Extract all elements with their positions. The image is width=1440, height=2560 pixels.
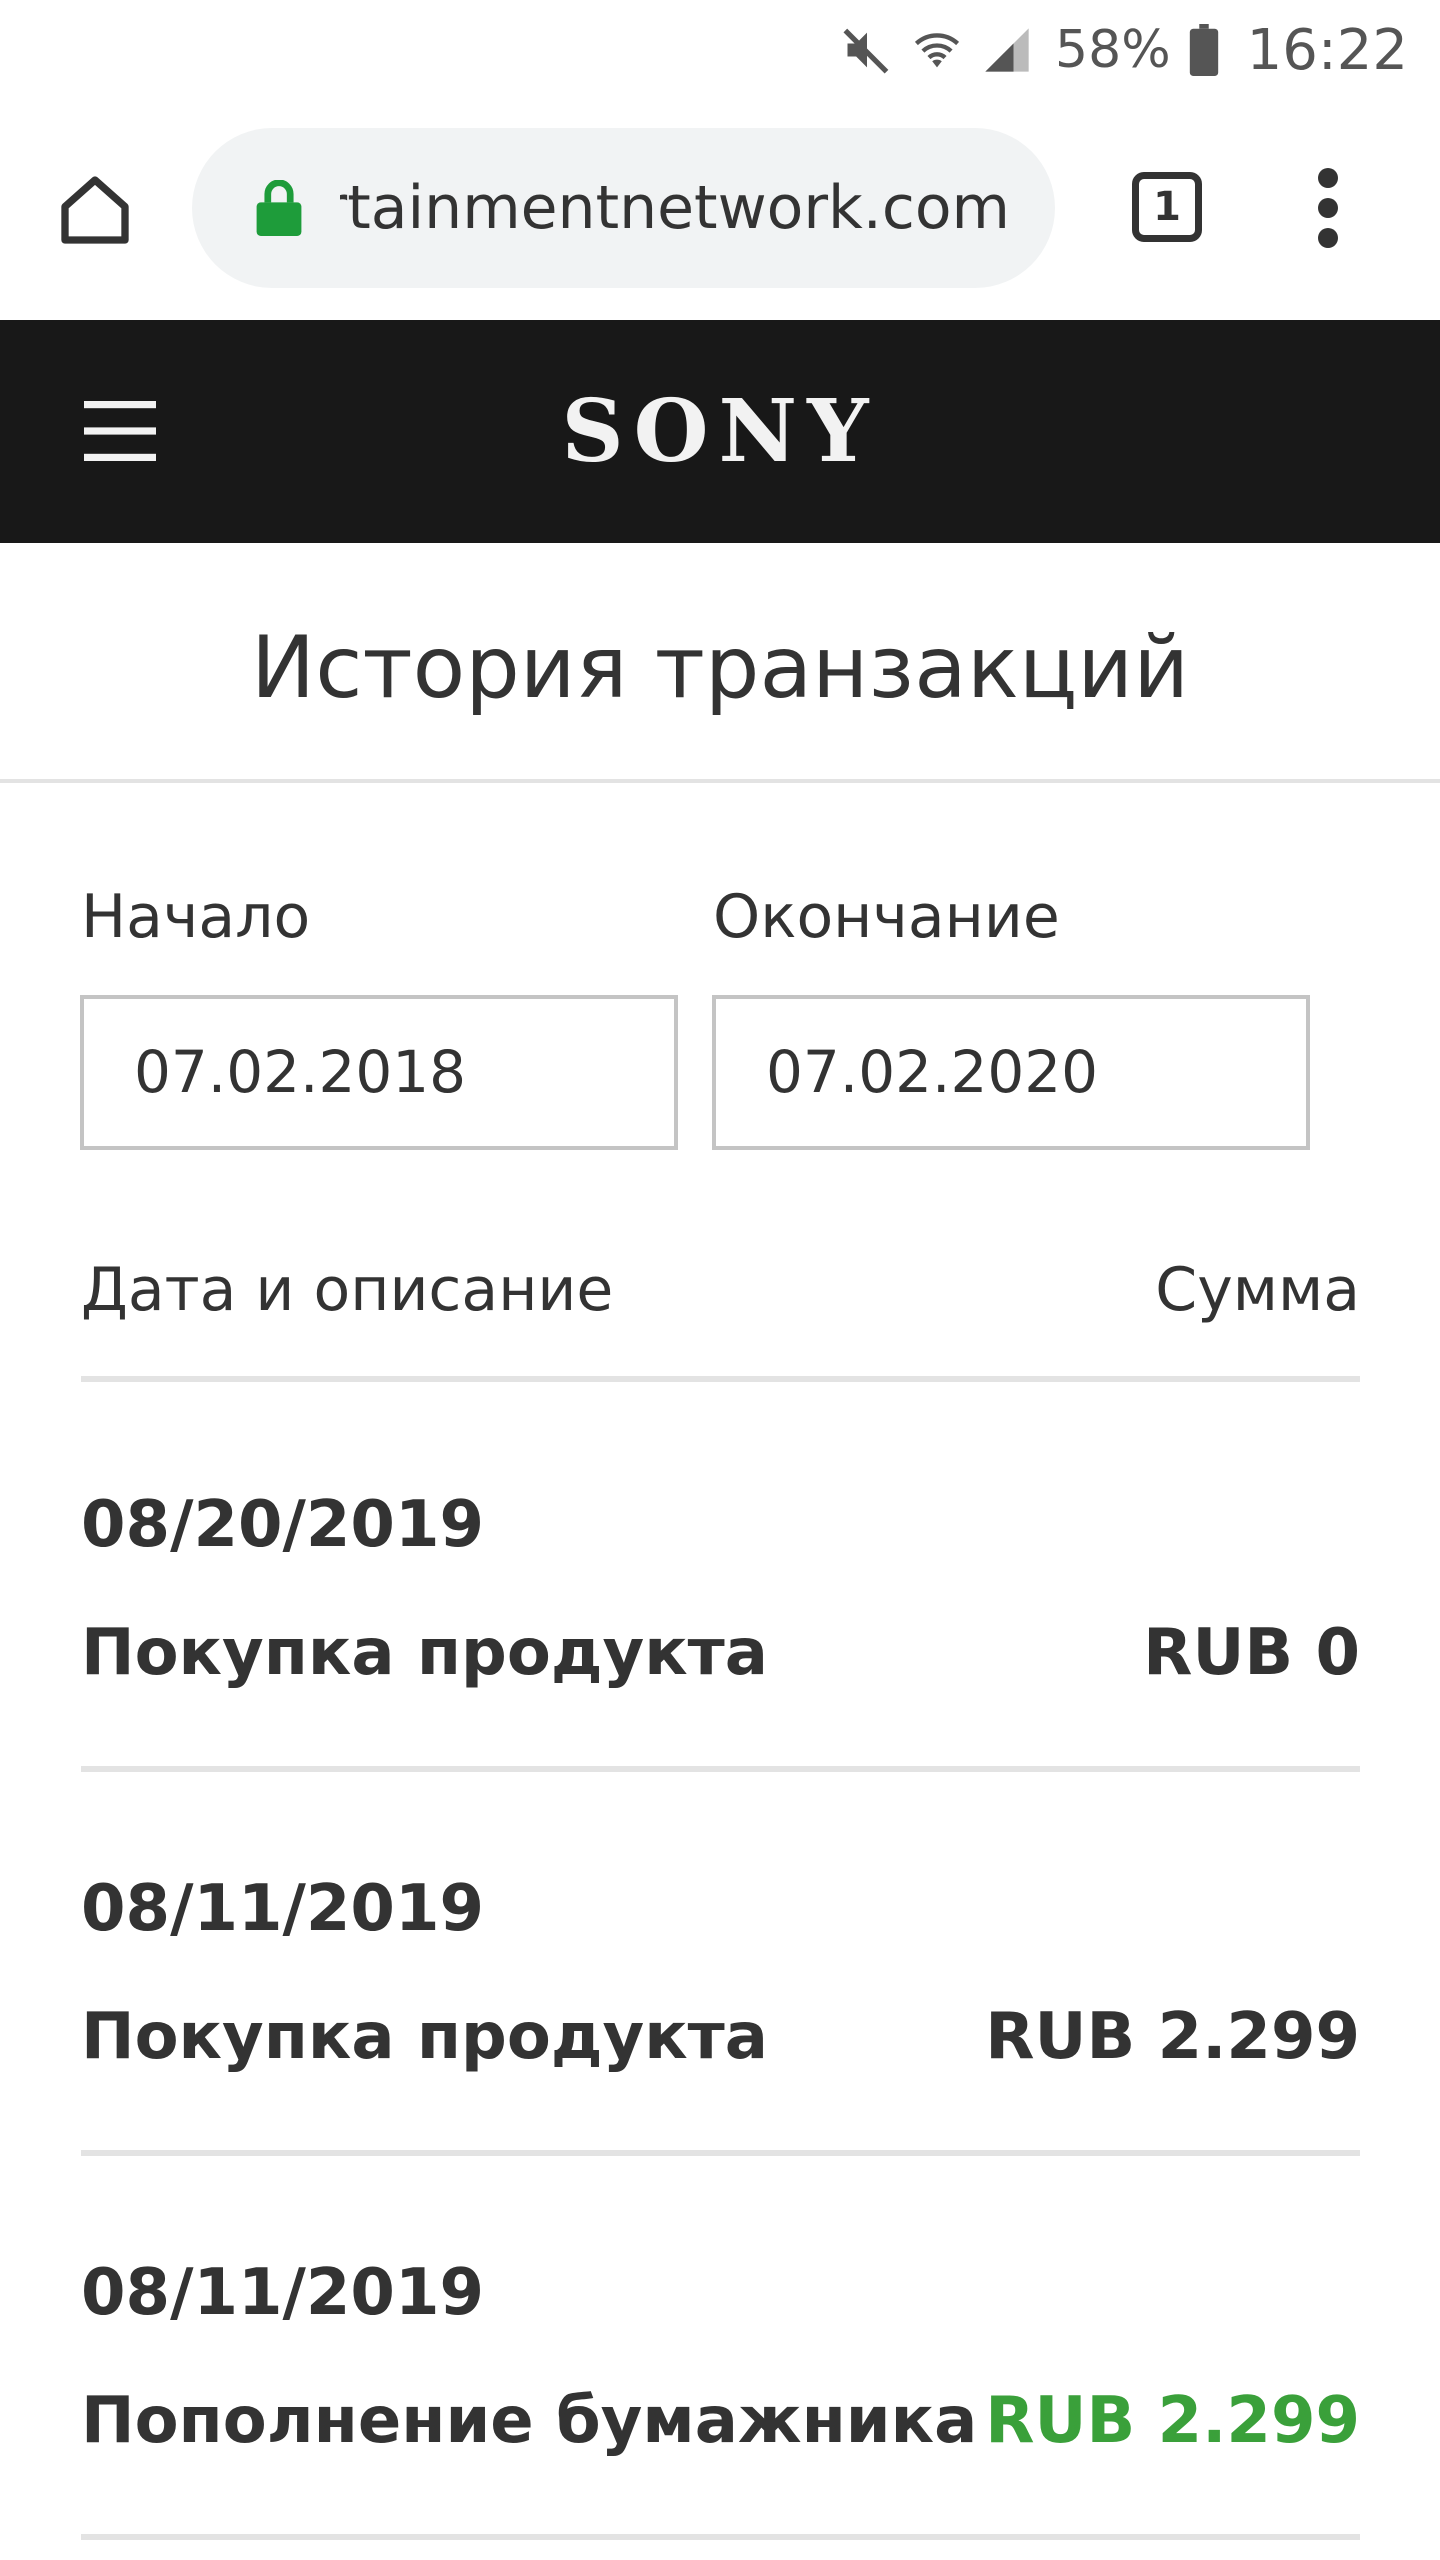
column-date-description: Дата и описание (81, 1255, 614, 1325)
sony-logo[interactable]: SONY (0, 320, 1440, 543)
transaction-amount: RUB 2.299 (985, 2384, 1360, 2458)
table-row[interactable]: 08/11/2019 Пополнение бумажника RUB 2.29… (81, 2156, 1360, 2540)
page-title: История транзакций (0, 543, 1440, 783)
transaction-date: 08/11/2019 (81, 1872, 484, 1946)
wifi-icon (914, 33, 960, 68)
battery-percent: 58% (1055, 20, 1171, 80)
battery-icon (1189, 24, 1218, 76)
clock: 16:22 (1246, 17, 1408, 83)
address-bar[interactable]: entertainmentnetwork.com (192, 128, 1055, 288)
site-header: SONY (0, 320, 1440, 543)
start-date-input[interactable]: 07.02.2018 (80, 995, 678, 1150)
transaction-amount: RUB 2.299 (985, 2000, 1360, 2074)
tabs-icon[interactable]: 1 (1132, 172, 1202, 242)
transaction-date: 08/20/2019 (81, 1488, 484, 1562)
signal-icon (985, 28, 1029, 72)
end-date-label: Окончание (713, 882, 1060, 952)
transaction-amount: RUB 0 (1143, 1616, 1360, 1690)
more-vert-icon[interactable] (1310, 168, 1346, 248)
mute-icon (843, 28, 889, 74)
transaction-date: 08/11/2019 (81, 2256, 484, 2330)
url-text[interactable]: entertainmentnetwork.com (340, 128, 1010, 288)
home-icon[interactable] (55, 170, 135, 250)
table-row[interactable]: 08/20/2019 Покупка продукта RUB 0 (81, 1388, 1360, 1772)
status-bar: 58% 16:22 (0, 0, 1440, 100)
transaction-description: Покупка продукта (81, 1616, 768, 1690)
transaction-description: Покупка продукта (81, 2000, 768, 2074)
tab-count: 1 (1153, 184, 1181, 230)
table-header: Дата и описание Сумма (81, 1255, 1360, 1382)
transaction-description: Пополнение бумажника (81, 2384, 978, 2458)
start-date-label: Начало (81, 882, 311, 952)
hamburger-menu-icon[interactable] (84, 398, 156, 464)
browser-toolbar: entertainmentnetwork.com 1 (0, 118, 1440, 298)
column-amount: Сумма (1155, 1255, 1360, 1325)
end-date-input[interactable]: 07.02.2020 (712, 995, 1310, 1150)
table-row[interactable]: 08/11/2019 Покупка продукта RUB 2.299 (81, 1772, 1360, 2156)
lock-icon (256, 180, 302, 236)
